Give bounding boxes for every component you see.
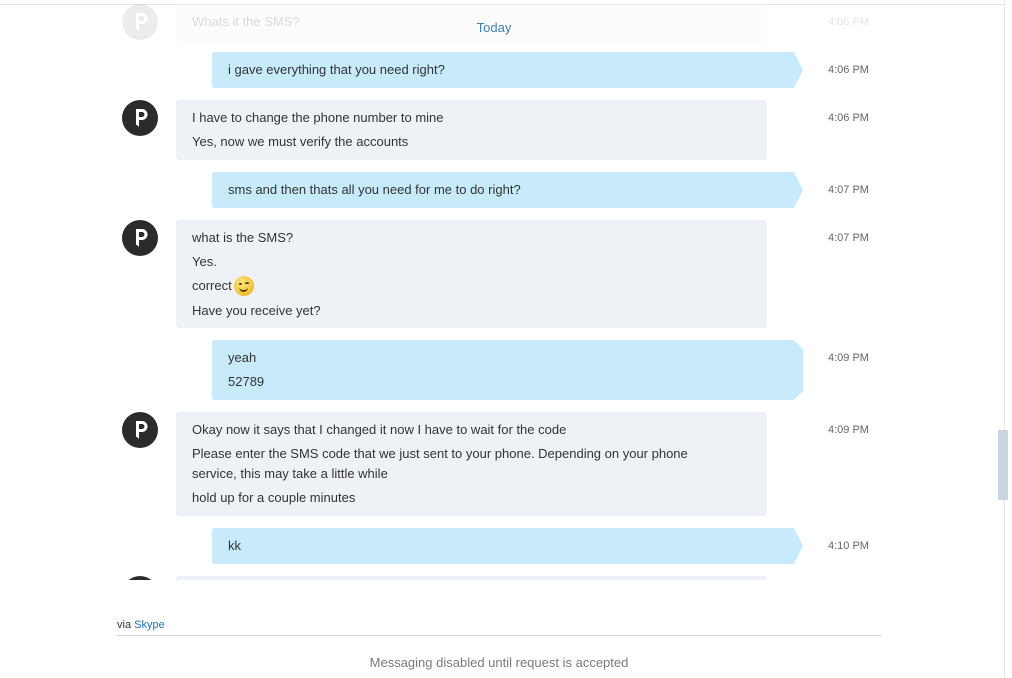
letter-p-avatar-icon xyxy=(136,421,148,439)
message-text: I have to change the phone number to min… xyxy=(192,110,444,125)
message-bubble-incoming: what is the SMS? Yes. correct Have you r… xyxy=(176,220,767,328)
message-text: what is the SMS? xyxy=(192,230,294,245)
message-timestamp: 4:06 PM xyxy=(828,64,869,76)
message-text: 52789 xyxy=(228,374,265,389)
message-text: Yes. xyxy=(192,254,217,269)
message-text: kk xyxy=(228,538,241,553)
via-skype-label: via Skype xyxy=(117,619,165,631)
chat-window: Whats it the SMS? 4:06 PM Today i gave e… xyxy=(0,0,1012,678)
message-bubble-incoming: I have to change the phone number to min… xyxy=(176,100,767,160)
message-line-with-emoticon: correct xyxy=(192,275,751,297)
letter-p-avatar-icon xyxy=(136,229,148,247)
message-text: Please enter the SMS code that we just s… xyxy=(192,446,688,481)
message-timestamp: 4:09 PM xyxy=(828,352,869,364)
skype-link[interactable]: Skype xyxy=(134,619,165,631)
message-history[interactable]: Whats it the SMS? 4:06 PM Today i gave e… xyxy=(0,0,1000,580)
message-text: correct xyxy=(192,278,232,293)
message-timestamp: 4:10 PM xyxy=(828,540,869,552)
message-bubble-incoming xyxy=(176,576,767,580)
message-text: Have you receive yet? xyxy=(192,302,321,318)
message-text: sms and then thats all you need for me t… xyxy=(228,182,521,197)
contact-avatar[interactable] xyxy=(122,220,158,256)
date-divider: Today xyxy=(476,20,512,35)
contact-avatar[interactable] xyxy=(122,576,158,580)
contact-avatar[interactable] xyxy=(122,412,158,448)
footer-divider xyxy=(117,635,882,636)
messaging-disabled-notice: Messaging disabled until request is acce… xyxy=(369,655,629,670)
message-bubble-outgoing: yeah 52789 xyxy=(212,340,794,400)
message-bubble-outgoing: kk xyxy=(212,528,803,564)
message-text: Yes, now we must verify the accounts xyxy=(192,134,409,149)
message-bubble-incoming: Okay now it says that I changed it now I… xyxy=(176,412,767,516)
message-text: Okay now it says that I changed it now I… xyxy=(192,422,567,437)
contact-avatar[interactable] xyxy=(122,100,158,136)
via-prefix: via xyxy=(117,619,132,631)
message-timestamp: 4:07 PM xyxy=(828,232,869,244)
message-timestamp: 4:06 PM xyxy=(828,112,869,124)
message-text: yeah xyxy=(228,350,257,365)
message-bubble-outgoing: sms and then thats all you need for me t… xyxy=(212,172,803,208)
letter-p-avatar-icon xyxy=(136,109,148,127)
message-timestamp: 4:07 PM xyxy=(828,184,869,196)
message-bubble-outgoing: i gave everything that you need right? xyxy=(212,52,803,88)
message-text: i gave everything that you need right? xyxy=(228,62,445,77)
message-text: hold up for a couple minutes xyxy=(192,490,356,505)
scrollbar-track[interactable] xyxy=(1004,0,1005,678)
message-timestamp: 4:09 PM xyxy=(828,424,869,436)
winking-smiley-emoticon xyxy=(233,275,254,296)
